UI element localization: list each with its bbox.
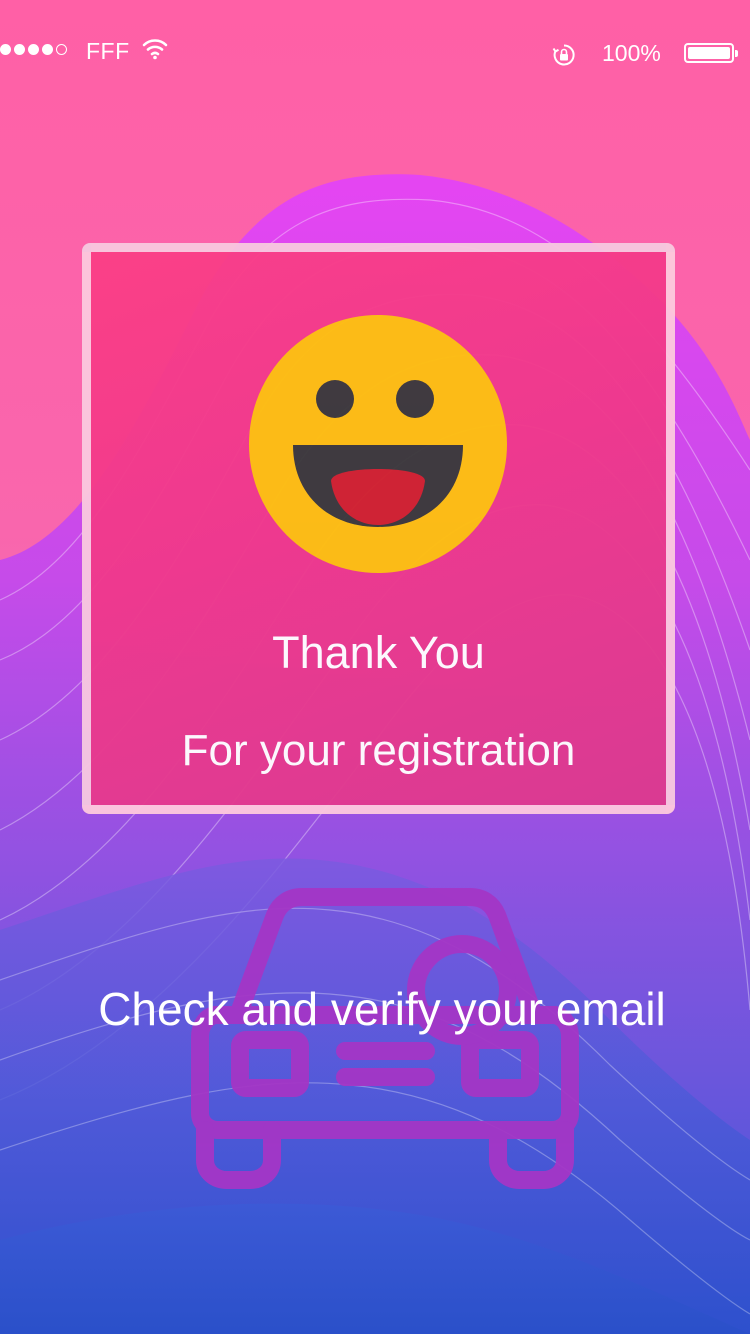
smiley-face-icon [249,315,507,573]
screen: FFF 100% Thank You For your registration [0,0,750,1334]
status-bar: FFF 100% [0,0,750,104]
signal-strength-icon [0,44,67,55]
thank-you-title: Thank You [272,627,485,678]
battery-icon [684,43,738,63]
carrier-name: FFF [86,38,130,64]
verify-email-message: Check and verify your email [98,983,666,1035]
wifi-icon [142,39,168,60]
battery-percent: 100% [602,40,661,66]
thank-you-card: Thank You For your registration [82,243,675,814]
registration-subtitle: For your registration [181,726,576,775]
car-icon [191,888,579,1189]
rotation-lock-icon [552,44,575,66]
